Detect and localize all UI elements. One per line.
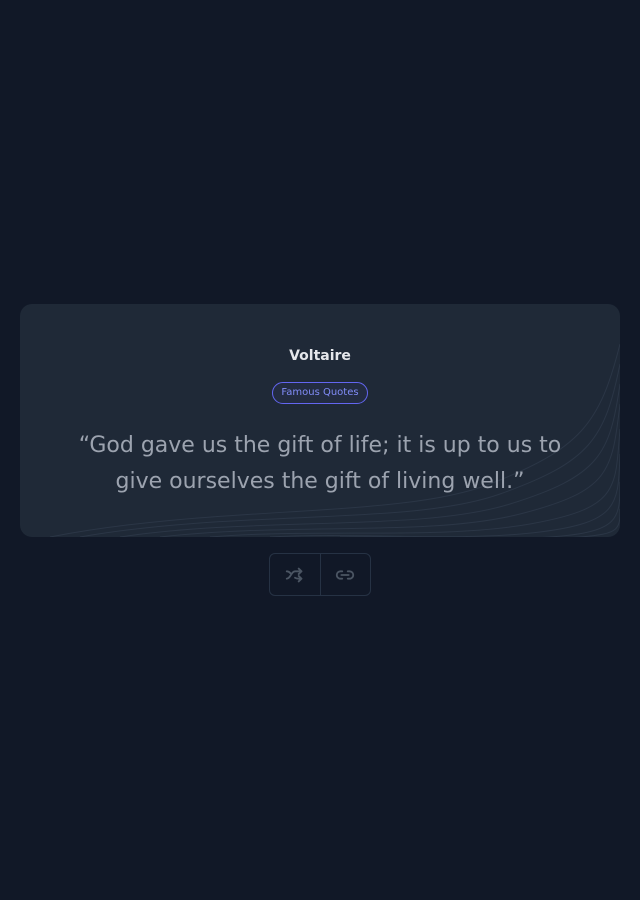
quote-text: “God gave us the gift of life; it is up … (78, 433, 562, 494)
shuffle-button[interactable] (270, 554, 320, 595)
shuffle-icon (285, 567, 303, 582)
page: Voltaire Famous Quotes “God gave us the … (0, 0, 640, 900)
category-tag[interactable]: Famous Quotes (272, 382, 368, 404)
quote-card: Voltaire Famous Quotes “God gave us the … (20, 304, 620, 537)
link-icon (336, 569, 355, 580)
card-wave-decoration (49, 343, 620, 537)
quote-author: Voltaire (289, 348, 351, 364)
tag-container: Famous Quotes (20, 380, 620, 404)
copy-link-button[interactable] (319, 554, 371, 595)
quote-actions (269, 553, 371, 596)
